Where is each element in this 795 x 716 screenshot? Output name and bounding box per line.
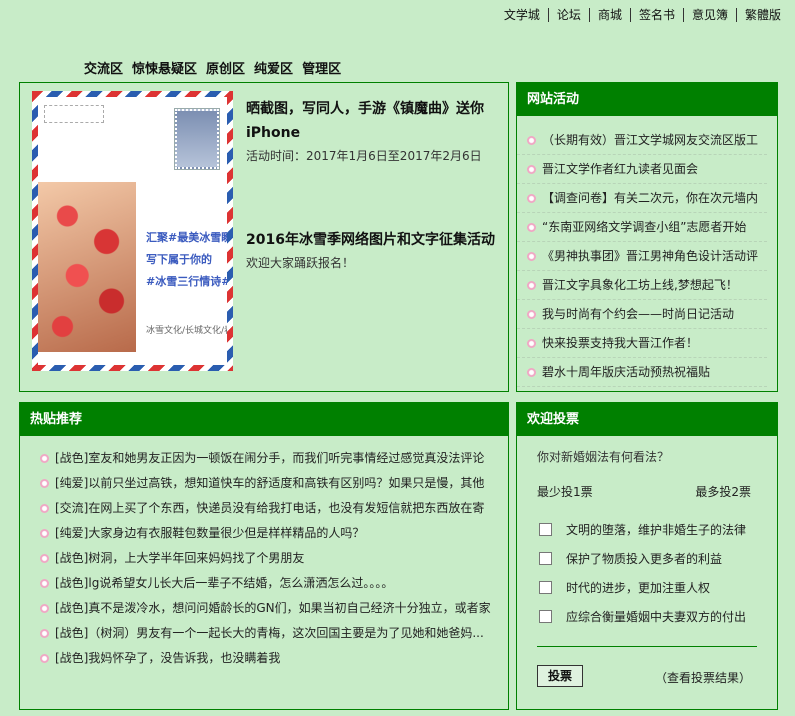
activity-item[interactable]: 晋江文字具象化工坊上线,梦想起飞！ [517, 271, 767, 300]
postage-stamp [175, 109, 219, 169]
hot-post-item[interactable]: [战色]真不是泼冷水，想问问婚龄长的GN们，如果当初自己经济十分独立，或者家 [20, 596, 508, 621]
vote-question: 你对新婚姻法有何看法？ [537, 450, 670, 464]
pink-dot-icon [527, 252, 536, 261]
pink-dot-icon [40, 479, 49, 488]
vote-checkbox[interactable] [539, 581, 552, 594]
activity-item[interactable]: （长期有效）晋江文学城网友交流区版工 [517, 126, 767, 155]
top-link-signed-books[interactable]: 签名书 [631, 8, 684, 22]
zone-link-original[interactable]: 原创区 [206, 58, 245, 77]
pink-dot-icon [527, 281, 536, 290]
vote-checkbox[interactable] [539, 523, 552, 536]
activity-item[interactable]: 【调查问卷】有关二次元，你在次元墙内 [517, 184, 767, 213]
top-link-traditional[interactable]: 繁體版 [737, 8, 781, 22]
hot-posts-list: [战色]室友和她男友正因为一顿饭在闹分手，而我们听完事情经过感觉真没法评论 [纯… [20, 446, 508, 671]
hot-post-item[interactable]: [战色]lg说希望女儿长大后一辈子不结婚，怎么潇洒怎么过。。。。 [20, 571, 508, 596]
featured-item: 晒截图，写同人，手游《镇魔曲》送你iPhone 活动时间：2017年1月6日至2… [246, 97, 501, 164]
pink-dot-icon [527, 165, 536, 174]
featured-postcard-image[interactable]: 汇聚#最美冰雪瞬间# 写下属于你的 #冰雪三行情诗# 冰雪文化/长城文化/春节文… [32, 91, 233, 371]
postcard-sign: 冰雪文化/长城文化/春节文化 [146, 326, 233, 336]
hot-post-item[interactable]: [纯爱]大家身边有衣服鞋包数量很少但是样样精品的人吗？ [20, 521, 508, 546]
vote-max-label: 最多投2票 [695, 485, 751, 499]
zone-link-danmei[interactable]: 纯爱区 [254, 58, 293, 77]
pink-dot-icon [40, 654, 49, 663]
top-link-forum[interactable]: 论坛 [549, 8, 590, 22]
vote-panel-title: 欢迎投票 [517, 403, 777, 436]
hot-post-item[interactable]: [战色]我妈怀孕了，没告诉我，也没瞒着我 [20, 646, 508, 671]
pink-dot-icon [527, 310, 536, 319]
top-links: 文学城 论坛 商城 签名书 意见簿 繁體版 [496, 8, 781, 22]
strawberry-photo [38, 182, 136, 352]
zone-nav: 交流区 惊悚悬疑区 原创区 纯爱区 管理区 [84, 58, 341, 77]
hot-post-item[interactable]: [交流]在网上买了个东西，快递员没有给我打电话，也没有发短信就把东西放在寄 [20, 496, 508, 521]
postcode-box [44, 105, 104, 123]
vote-options: 文明的堕落，维护非婚生子的法律 保护了物质投入更多者的利益 时代的进步，更加注重… [539, 515, 746, 631]
vote-divider [537, 646, 757, 647]
activity-item[interactable]: 快来投票支持我大晋江作者！ [517, 329, 767, 358]
pink-dot-icon [527, 194, 536, 203]
vote-results-link[interactable]: （查看投票结果） [655, 669, 751, 686]
pink-dot-icon [527, 136, 536, 145]
vote-submit-button[interactable]: 投票 [537, 665, 583, 687]
pink-dot-icon [40, 629, 49, 638]
vote-option: 文明的堕落，维护非婚生子的法律 [539, 515, 746, 544]
top-link-mall[interactable]: 商城 [590, 8, 631, 22]
pink-dot-icon [40, 504, 49, 513]
pink-dot-icon [40, 454, 49, 463]
hot-posts-title: 热贴推荐 [20, 403, 508, 436]
vote-option: 保护了物质投入更多者的利益 [539, 544, 746, 573]
activity-item[interactable]: 《男神执事团》晋江男神角色设计活动评 [517, 242, 767, 271]
featured-item-desc: 活动时间：2017年1月6日至2017年2月6日 [246, 149, 482, 163]
hot-post-item[interactable]: [纯爱]以前只坐过高铁，想知道快车的舒适度和高铁有区别吗？如果只是慢，其他 [20, 471, 508, 496]
featured-item: 2016年冰雪季网络图片和文字征集活动 欢迎大家踊跃报名！ [246, 228, 501, 271]
vote-option: 应综合衡量婚姻中夫妻双方的付出 [539, 602, 746, 631]
pink-dot-icon [40, 604, 49, 613]
vote-option: 时代的进步，更加注重人权 [539, 573, 746, 602]
activity-item[interactable]: 碧水十周年版庆活动预热祝福贴 [517, 358, 767, 387]
hot-post-item[interactable]: [战色]室友和她男友正因为一顿饭在闹分手，而我们听完事情经过感觉真没法评论 [20, 446, 508, 471]
activity-item[interactable]: “东南亚网络文学调查小组”志愿者开始 [517, 213, 767, 242]
pink-dot-icon [40, 529, 49, 538]
pink-dot-icon [40, 579, 49, 588]
activity-item[interactable]: 我与时尚有个约会——时尚日记活动 [517, 300, 767, 329]
postcard-handwriting: 汇聚#最美冰雪瞬间# 写下属于你的 #冰雪三行情诗# [146, 231, 233, 288]
vote-min-label: 最少投1票 [537, 485, 593, 499]
hot-post-item[interactable]: [战色]树洞，上大学半年回来妈妈找了个男朋友 [20, 546, 508, 571]
hot-post-item[interactable]: [战色]（树洞）男友有一个一起长大的青梅，这次回国主要是为了见她和她爸妈... [20, 621, 508, 646]
top-link-feedback[interactable]: 意见簿 [684, 8, 737, 22]
hot-posts-panel: 热贴推荐 [战色]室友和她男友正因为一顿饭在闹分手，而我们听完事情经过感觉真没法… [19, 402, 509, 710]
pink-dot-icon [40, 554, 49, 563]
activity-panel: 网站活动 （长期有效）晋江文学城网友交流区版工 晋江文学作者红九读者见面会 【调… [516, 82, 778, 392]
featured-item-desc: 欢迎大家踊跃报名！ [246, 256, 355, 270]
vote-checkbox[interactable] [539, 610, 552, 623]
zone-link-thriller[interactable]: 惊悚悬疑区 [132, 58, 197, 77]
zone-link-admin[interactable]: 管理区 [302, 58, 341, 77]
pink-dot-icon [527, 223, 536, 232]
activity-list: （长期有效）晋江文学城网友交流区版工 晋江文学作者红九读者见面会 【调查问卷】有… [517, 126, 777, 387]
zone-link-exchange[interactable]: 交流区 [84, 58, 123, 77]
pink-dot-icon [527, 339, 536, 348]
vote-panel: 欢迎投票 你对新婚姻法有何看法？ 最少投1票 最多投2票 文明的堕落，维护非婚生… [516, 402, 778, 710]
featured-item-title[interactable]: 2016年冰雪季网络图片和文字征集活动 [246, 228, 501, 252]
featured-panel: 汇聚#最美冰雪瞬间# 写下属于你的 #冰雪三行情诗# 冰雪文化/长城文化/春节文… [19, 82, 509, 392]
featured-item-title[interactable]: 晒截图，写同人，手游《镇魔曲》送你iPhone [246, 97, 501, 145]
top-link-wenxuecheng[interactable]: 文学城 [496, 8, 549, 22]
activity-panel-title: 网站活动 [517, 83, 777, 116]
pink-dot-icon [527, 368, 536, 377]
vote-checkbox[interactable] [539, 552, 552, 565]
activity-item[interactable]: 晋江文学作者红九读者见面会 [517, 155, 767, 184]
